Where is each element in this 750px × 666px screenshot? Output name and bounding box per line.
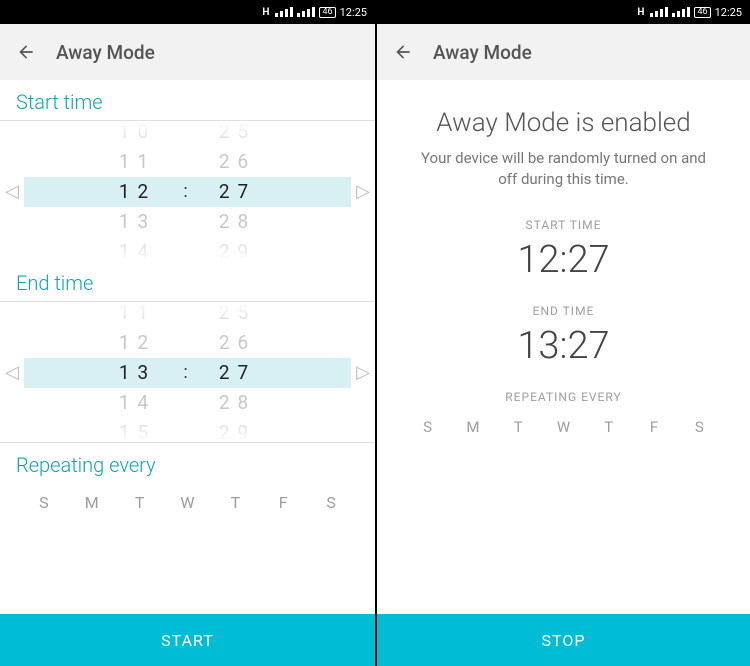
hour-wheel[interactable]: 11 12 13 14 15	[98, 302, 178, 442]
time-separator: :	[178, 121, 198, 207]
day-mon[interactable]: M	[68, 493, 116, 512]
signal-icon	[275, 7, 293, 17]
signal-icon	[297, 7, 315, 17]
arrow-left-icon	[393, 42, 413, 62]
day-selector: S M T W T F S	[0, 479, 375, 532]
page-title: Away Mode	[433, 41, 532, 64]
day-sat: S	[677, 418, 722, 436]
start-time-value: 12:27	[377, 232, 750, 304]
stop-button[interactable]: STOP	[377, 614, 750, 666]
day-wed: W	[541, 418, 586, 436]
picker-left-arrow[interactable]: ◁	[0, 362, 24, 383]
screen-enabled: H 46 12:25 Away Mode Away Mode is enable…	[375, 0, 750, 666]
picker-right-arrow[interactable]: ▷	[351, 362, 375, 383]
day-sun[interactable]: S	[20, 493, 68, 512]
day-tue[interactable]: T	[116, 493, 164, 512]
status-bar: H 46 12:25	[377, 0, 750, 24]
picker-left-arrow[interactable]: ◁	[0, 181, 24, 202]
enabled-heading: Away Mode is enabled	[377, 80, 750, 148]
minute-wheel[interactable]: 25 26 27 28 29	[198, 121, 278, 261]
battery-icon: 46	[319, 7, 335, 18]
enabled-subtext: Your device will be randomly turned on a…	[377, 148, 750, 218]
clock-text: 12:25	[715, 6, 742, 19]
start-time-label: Start time	[0, 80, 375, 121]
end-time-value: 13:27	[377, 318, 750, 390]
back-button[interactable]	[16, 42, 36, 62]
day-tue: T	[496, 418, 541, 436]
enabled-content: Away Mode is enabled Your device will be…	[377, 80, 750, 614]
day-mon: M	[450, 418, 495, 436]
day-fri[interactable]: F	[259, 493, 307, 512]
minute-wheel[interactable]: 25 26 27 28 29	[198, 302, 278, 442]
start-button[interactable]: START	[0, 614, 375, 666]
picker-right-arrow[interactable]: ▷	[351, 181, 375, 202]
signal-icon	[672, 7, 690, 17]
app-bar: Away Mode	[377, 24, 750, 80]
signal-icon	[650, 7, 668, 17]
day-thu: T	[586, 418, 631, 436]
day-wed[interactable]: W	[164, 493, 212, 512]
carrier-icon: H	[262, 7, 269, 18]
day-sat[interactable]: S	[307, 493, 355, 512]
repeat-caption: REPEATING EVERY	[377, 390, 750, 404]
config-content: Start time ◁ 10 11 12 13 14 :	[0, 80, 375, 614]
back-button[interactable]	[393, 42, 413, 62]
clock-text: 12:25	[340, 6, 367, 19]
time-separator: :	[178, 302, 198, 388]
day-display: S M T W T F S	[377, 404, 750, 456]
status-bar: H 46 12:25	[0, 0, 375, 24]
page-title: Away Mode	[56, 41, 155, 64]
end-time-label: End time	[0, 261, 375, 302]
end-time-caption: END TIME	[377, 304, 750, 318]
battery-icon: 46	[694, 7, 710, 18]
start-time-picker[interactable]: ◁ 10 11 12 13 14 : 25	[0, 121, 375, 261]
day-sun: S	[405, 418, 450, 436]
day-fri: F	[631, 418, 676, 436]
day-thu[interactable]: T	[211, 493, 259, 512]
repeat-label: Repeating every	[0, 443, 375, 479]
app-bar: Away Mode	[0, 24, 375, 80]
start-time-caption: START TIME	[377, 218, 750, 232]
hour-wheel[interactable]: 10 11 12 13 14	[98, 121, 178, 261]
carrier-icon: H	[637, 7, 644, 18]
screen-config: H 46 12:25 Away Mode Start time ◁ 1	[0, 0, 375, 666]
end-time-picker[interactable]: ◁ 11 12 13 14 15 : 25	[0, 302, 375, 442]
arrow-left-icon	[16, 42, 36, 62]
